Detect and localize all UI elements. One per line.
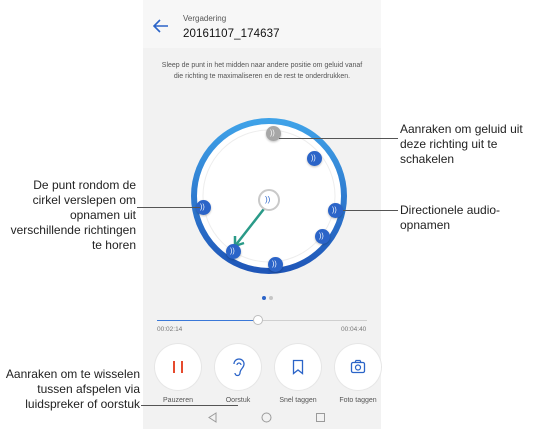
sound-wave-icon: ))	[332, 207, 337, 214]
earpiece-icon	[233, 358, 245, 377]
sound-wave-icon: ))	[272, 261, 277, 268]
nav-back-icon[interactable]	[207, 412, 218, 423]
center-drag-point[interactable]: ))	[258, 189, 280, 211]
playback-progress[interactable]	[157, 315, 367, 325]
direction-point[interactable]: ))	[315, 229, 330, 244]
direction-point[interactable]: ))	[328, 203, 343, 218]
callout-leader	[141, 405, 238, 406]
pause-label: Pauzeren	[163, 397, 193, 404]
system-nav-bar	[143, 406, 381, 429]
app-header: Vergadering 20161107_174637	[143, 0, 381, 48]
earpiece-button[interactable]	[215, 344, 261, 390]
callout-switch-output: Aanraken om te wisselen tussen afspelen …	[5, 367, 140, 411]
callout-directional-recording: Directionele audio-opnamen	[400, 203, 501, 232]
back-arrow-icon[interactable]	[153, 19, 169, 33]
camera-icon	[350, 359, 366, 374]
recording-category: Vergadering	[183, 14, 227, 23]
total-time: 00:04:40	[341, 326, 367, 333]
sound-wave-icon: ))	[265, 195, 271, 204]
recording-title: 20161107_174637	[183, 28, 280, 40]
pause-icon	[173, 361, 183, 373]
callout-leader	[343, 210, 398, 211]
photo-tag-button[interactable]	[335, 344, 381, 390]
nav-recents-icon[interactable]	[315, 412, 326, 423]
quick-tag-button[interactable]	[275, 344, 321, 390]
callout-leader	[279, 138, 398, 139]
page-indicator	[262, 287, 276, 305]
phone-screen: Vergadering 20161107_174637 Sleep de pun…	[143, 0, 381, 429]
earpiece-label: Oorstuk	[225, 397, 251, 404]
sound-wave-icon: ))	[230, 248, 235, 255]
instruction-text: Sleep de punt in het midden naar andere …	[161, 62, 363, 80]
sound-wave-icon: ))	[200, 204, 205, 211]
callout-mute-direction: Aanraken om geluid uit deze richting uit…	[400, 122, 523, 166]
bookmark-icon	[292, 359, 304, 375]
progress-thumb[interactable]	[252, 315, 263, 325]
progress-fill	[157, 320, 258, 321]
nav-home-icon[interactable]	[261, 412, 272, 423]
pause-button[interactable]	[155, 344, 201, 390]
direction-point[interactable]: ))	[307, 151, 322, 166]
sound-wave-icon: ))	[270, 130, 275, 137]
page-dot-active	[262, 296, 266, 300]
quick-tag-label: Snel taggen	[279, 397, 317, 404]
sound-wave-icon: ))	[311, 155, 316, 162]
callout-leader	[137, 207, 200, 208]
photo-tag-label: Foto taggen	[339, 397, 377, 404]
sound-wave-icon: ))	[319, 233, 324, 240]
elapsed-time: 00:02:14	[157, 326, 183, 333]
page-dot	[269, 296, 273, 300]
callout-drag-point: De punt rondom de cirkel verslepen om op…	[10, 178, 136, 252]
direction-point[interactable]: ))	[268, 257, 283, 272]
direction-point[interactable]: ))	[226, 244, 241, 259]
